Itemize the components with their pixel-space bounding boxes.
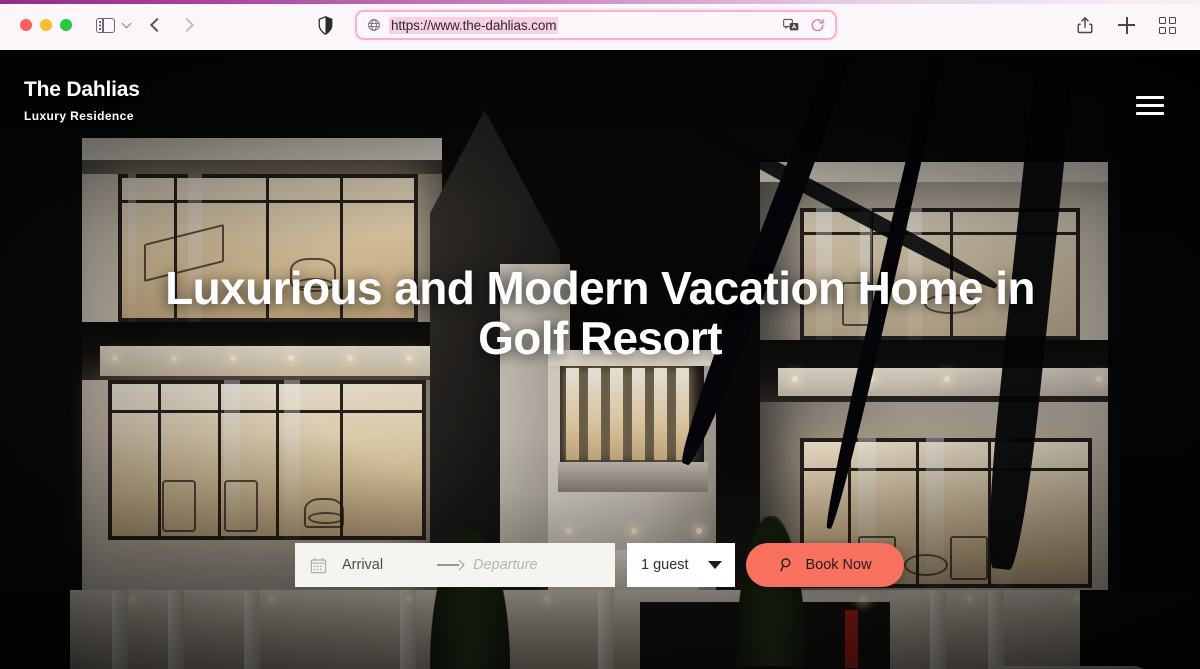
address-bar[interactable]: https://www.the-dahlias.com xyxy=(355,10,837,40)
page-title: Luxurious and Modern Vacation Home in Go… xyxy=(165,262,1035,365)
magnifier-icon xyxy=(780,558,791,572)
brand-subtitle: Luxury Residence xyxy=(24,109,134,123)
arrival-label: Arrival xyxy=(342,557,384,573)
brand-logo[interactable]: The Dahlias Luxury Residence xyxy=(24,78,140,123)
calendar-icon xyxy=(310,557,327,573)
departure-label: Departure xyxy=(473,557,538,573)
reload-icon[interactable] xyxy=(810,18,825,33)
caret-down-icon xyxy=(708,561,722,569)
site-header: The Dahlias Luxury Residence xyxy=(0,50,1200,170)
minimize-button[interactable] xyxy=(40,19,52,31)
browser-toolbar: https://www.the-dahlias.com xyxy=(0,0,1200,50)
book-now-label: Book Now xyxy=(805,557,872,573)
tab-overview-button[interactable] xyxy=(1159,16,1176,34)
sidebar-icon xyxy=(96,17,115,33)
window-controls xyxy=(20,19,72,31)
guests-select[interactable]: 1 guest xyxy=(627,543,735,587)
url-text[interactable]: https://www.the-dahlias.com xyxy=(389,16,559,34)
browser-window: The Dahlias Luxury Residence Luxurious a… xyxy=(0,0,1200,669)
brand-title: The Dahlias xyxy=(24,78,140,101)
chevron-down-icon[interactable] xyxy=(121,18,132,28)
arrow-right-icon xyxy=(437,560,465,570)
toolbar-actions xyxy=(1076,16,1186,34)
window-top-accent xyxy=(0,0,1200,4)
sidebar-toggle-button[interactable] xyxy=(96,17,132,33)
maximize-button[interactable] xyxy=(60,19,72,31)
navigation-buttons xyxy=(149,17,195,33)
forward-button xyxy=(179,17,195,33)
share-icon[interactable] xyxy=(1076,16,1094,34)
new-tab-button[interactable] xyxy=(1118,16,1135,34)
back-button[interactable] xyxy=(149,17,165,33)
hamburger-menu-icon[interactable] xyxy=(1136,96,1164,115)
globe-icon xyxy=(368,19,380,31)
translate-icon[interactable] xyxy=(783,18,799,32)
close-button[interactable] xyxy=(20,19,32,31)
webpage-hero: The Dahlias Luxury Residence Luxurious a… xyxy=(0,50,1200,669)
guests-value: 1 guest xyxy=(641,557,689,573)
booking-search-bar: Arrival Departure 1 guest Book Now xyxy=(295,543,904,587)
book-now-button[interactable]: Book Now xyxy=(746,543,904,587)
shield-icon[interactable] xyxy=(318,15,333,35)
date-range-field[interactable]: Arrival Departure xyxy=(295,543,615,587)
